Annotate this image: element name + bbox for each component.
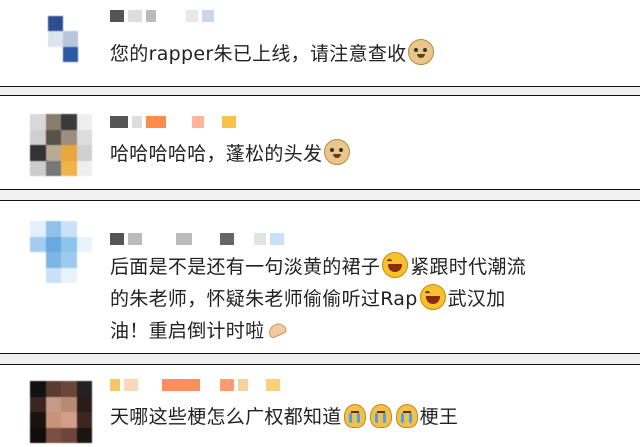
crying-emoji-icon <box>395 404 418 428</box>
divider <box>0 354 640 364</box>
flexed-biceps-icon <box>266 320 288 342</box>
username-mosaic <box>110 8 214 24</box>
comment-card: 哈哈哈哈哈，蓬松的头发 <box>0 95 640 190</box>
divider <box>0 190 640 200</box>
avatar[interactable] <box>30 381 92 443</box>
doge-emoji-icon <box>324 139 351 165</box>
comment-text: 后面是不是还有一句淡黄的裙子 紧跟时代潮流 的朱老师，怀疑朱老师偷偷听过Rap 武汉… <box>110 251 618 347</box>
comment-text: 您的rapper朱已上线，请注意查收 <box>110 38 618 70</box>
laughing-emoji-icon <box>419 284 446 310</box>
username-mosaic <box>110 114 236 130</box>
username-mosaic <box>110 231 284 247</box>
comment-card: 您的rapper朱已上线，请注意查收 <box>0 0 640 87</box>
avatar[interactable] <box>30 221 92 283</box>
comment-text: 天哪这些梗怎么广权都知道 梗王 <box>110 404 459 428</box>
divider <box>0 87 640 95</box>
crying-emoji-icon <box>369 404 392 428</box>
username-mosaic <box>110 377 280 393</box>
comment-text: 哈哈哈哈哈，蓬松的头发 <box>110 138 618 170</box>
doge-emoji-icon <box>408 39 435 65</box>
laughing-emoji-icon <box>382 252 409 278</box>
crying-emoji-icon <box>343 404 366 428</box>
avatar[interactable] <box>30 114 92 176</box>
comment-card: 天哪这些梗怎么广权都知道 梗王 <box>0 364 640 447</box>
avatar[interactable] <box>48 16 78 62</box>
comment-card: 后面是不是还有一句淡黄的裙子 紧跟时代潮流 的朱老师，怀疑朱老师偷偷听过Rap 武汉… <box>0 200 640 354</box>
